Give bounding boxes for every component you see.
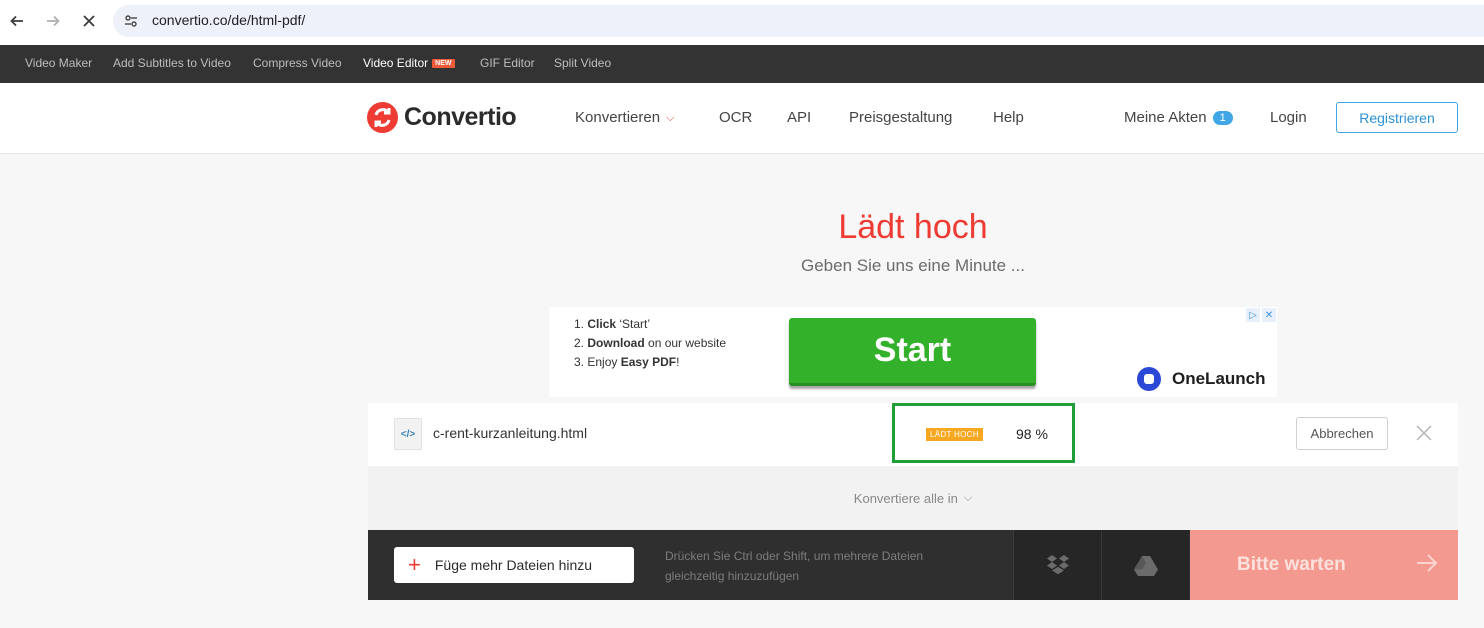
tools-link-label: Video Editor [363,56,429,70]
onelaunch-logo-icon [1137,367,1161,391]
plus-icon: + [408,552,421,577]
page-title: Lädt hoch [838,208,988,246]
register-button[interactable]: Registrieren [1336,102,1458,133]
ad-brand-name: OneLaunch [1172,369,1266,388]
ad-step-2: 2. Download on our website [574,334,734,353]
address-bar[interactable]: convertio.co/de/html-pdf/ [113,5,1484,37]
arrow-left-icon [10,15,23,27]
tools-link-video-editor[interactable]: Video Editor NEW [363,56,455,70]
tune-icon[interactable] [123,13,139,29]
ad-start-button[interactable]: Start [789,318,1036,386]
my-files-label: Meine Akten [1124,109,1207,126]
advertisement[interactable]: 1. Click ‘Start’ 2. Download on our webs… [549,307,1277,397]
stop-button[interactable] [76,8,102,34]
convert-wait-button[interactable]: Bitte warten [1190,530,1458,600]
url-text[interactable]: convertio.co/de/html-pdf/ [152,12,305,28]
arrow-right-icon [1416,551,1438,577]
ad-steps: 1. Click ‘Start’ 2. Download on our webs… [574,315,734,372]
ad-step-text: on our website [644,336,727,350]
convert-all-label: Konvertiere alle in [853,490,958,506]
back-button[interactable] [4,8,30,34]
chevron-down-icon: ⌵ [666,112,675,124]
site-header: Convertio Konvertieren ⌵ OCR API Preisges… [0,83,1484,154]
arrow-right-icon [47,15,60,27]
ad-step-bold: Click [587,317,617,331]
action-bar: + Füge mehr Dateien hinzu Drücken Sie Ct… [368,530,1458,600]
my-files-link[interactable]: Meine Akten 1 [1124,109,1233,126]
menu-ocr[interactable]: OCR [719,109,752,126]
ad-step-text: Enjoy [587,355,621,369]
menu-help[interactable]: Help [993,109,1024,126]
ad-step-text: ‘Start’ [616,317,651,331]
google-drive-button[interactable] [1101,530,1189,600]
ad-step-1: 1. Click ‘Start’ [574,315,734,334]
page-subtitle: Geben Sie uns eine Minute ... [801,256,1025,275]
google-drive-icon [1133,555,1158,576]
menu-api[interactable]: API [787,109,811,126]
menu-convert-label: Konvertieren [575,109,661,126]
ad-step-number: 3. [574,355,585,369]
close-icon [83,15,95,27]
add-files-label: Füge mehr Dateien hinzu [434,557,593,573]
tools-link-video-maker[interactable]: Video Maker [25,56,92,70]
ad-step-number: 2. [574,336,585,350]
ad-brand[interactable]: OneLaunch [1137,367,1266,391]
wait-label: Bitte warten [1237,554,1346,575]
ad-step-text: ! [676,355,680,369]
upload-percent: 98 % [1016,426,1048,442]
convertio-logo-icon [367,102,398,133]
ad-step-bold: Easy PDF [620,355,677,369]
html-file-icon: </> [394,418,422,450]
remove-file-icon[interactable] [1416,423,1432,445]
ad-info-icon[interactable]: ▷ [1246,308,1260,322]
convertio-logo[interactable]: Convertio [367,102,517,133]
files-count-badge: 1 [1212,111,1233,125]
menu-pricing[interactable]: Preisgestaltung [849,109,952,126]
login-link[interactable]: Login [1270,109,1307,126]
ad-step-3: 3. Enjoy Easy PDF! [574,353,734,372]
tools-link-add-subtitles[interactable]: Add Subtitles to Video [113,56,231,70]
chevron-down-icon: ⌵ [963,491,973,504]
tools-link-split-video[interactable]: Split Video [554,56,611,70]
tools-link-compress-video[interactable]: Compress Video [253,56,342,70]
convert-all-dropdown[interactable]: Konvertiere alle in ⌵ [368,466,1458,530]
ad-step-number: 1. [574,317,585,331]
menu-convert[interactable]: Konvertieren ⌵ [575,109,674,126]
tools-bar: Video Maker Add Subtitles to Video Compr… [0,45,1484,83]
multi-select-hint: Drücken Sie Ctrl oder Shift, um mehrere … [665,549,924,583]
file-row: </> c-rent-kurzanleitung.html LÄDT HOCH … [368,403,1458,466]
forward-button[interactable] [40,8,66,34]
dropbox-icon [1046,555,1069,575]
file-name: c-rent-kurzanleitung.html [433,425,588,441]
logo-text: Convertio [404,103,517,131]
ad-close-icon[interactable]: ✕ [1262,308,1276,322]
tools-link-gif-editor[interactable]: GIF Editor [480,56,535,70]
ad-step-bold: Download [587,336,645,350]
ad-choices[interactable]: ▷ ✕ [1246,308,1276,322]
dropbox-button[interactable] [1013,530,1101,600]
browser-toolbar: convertio.co/de/html-pdf/ [0,0,1484,45]
new-badge: NEW [432,59,455,68]
add-files-button[interactable]: + Füge mehr Dateien hinzu [394,547,634,583]
cancel-button[interactable]: Abbrechen [1296,417,1388,450]
upload-status-badge: LÄDT HOCH [926,428,983,441]
